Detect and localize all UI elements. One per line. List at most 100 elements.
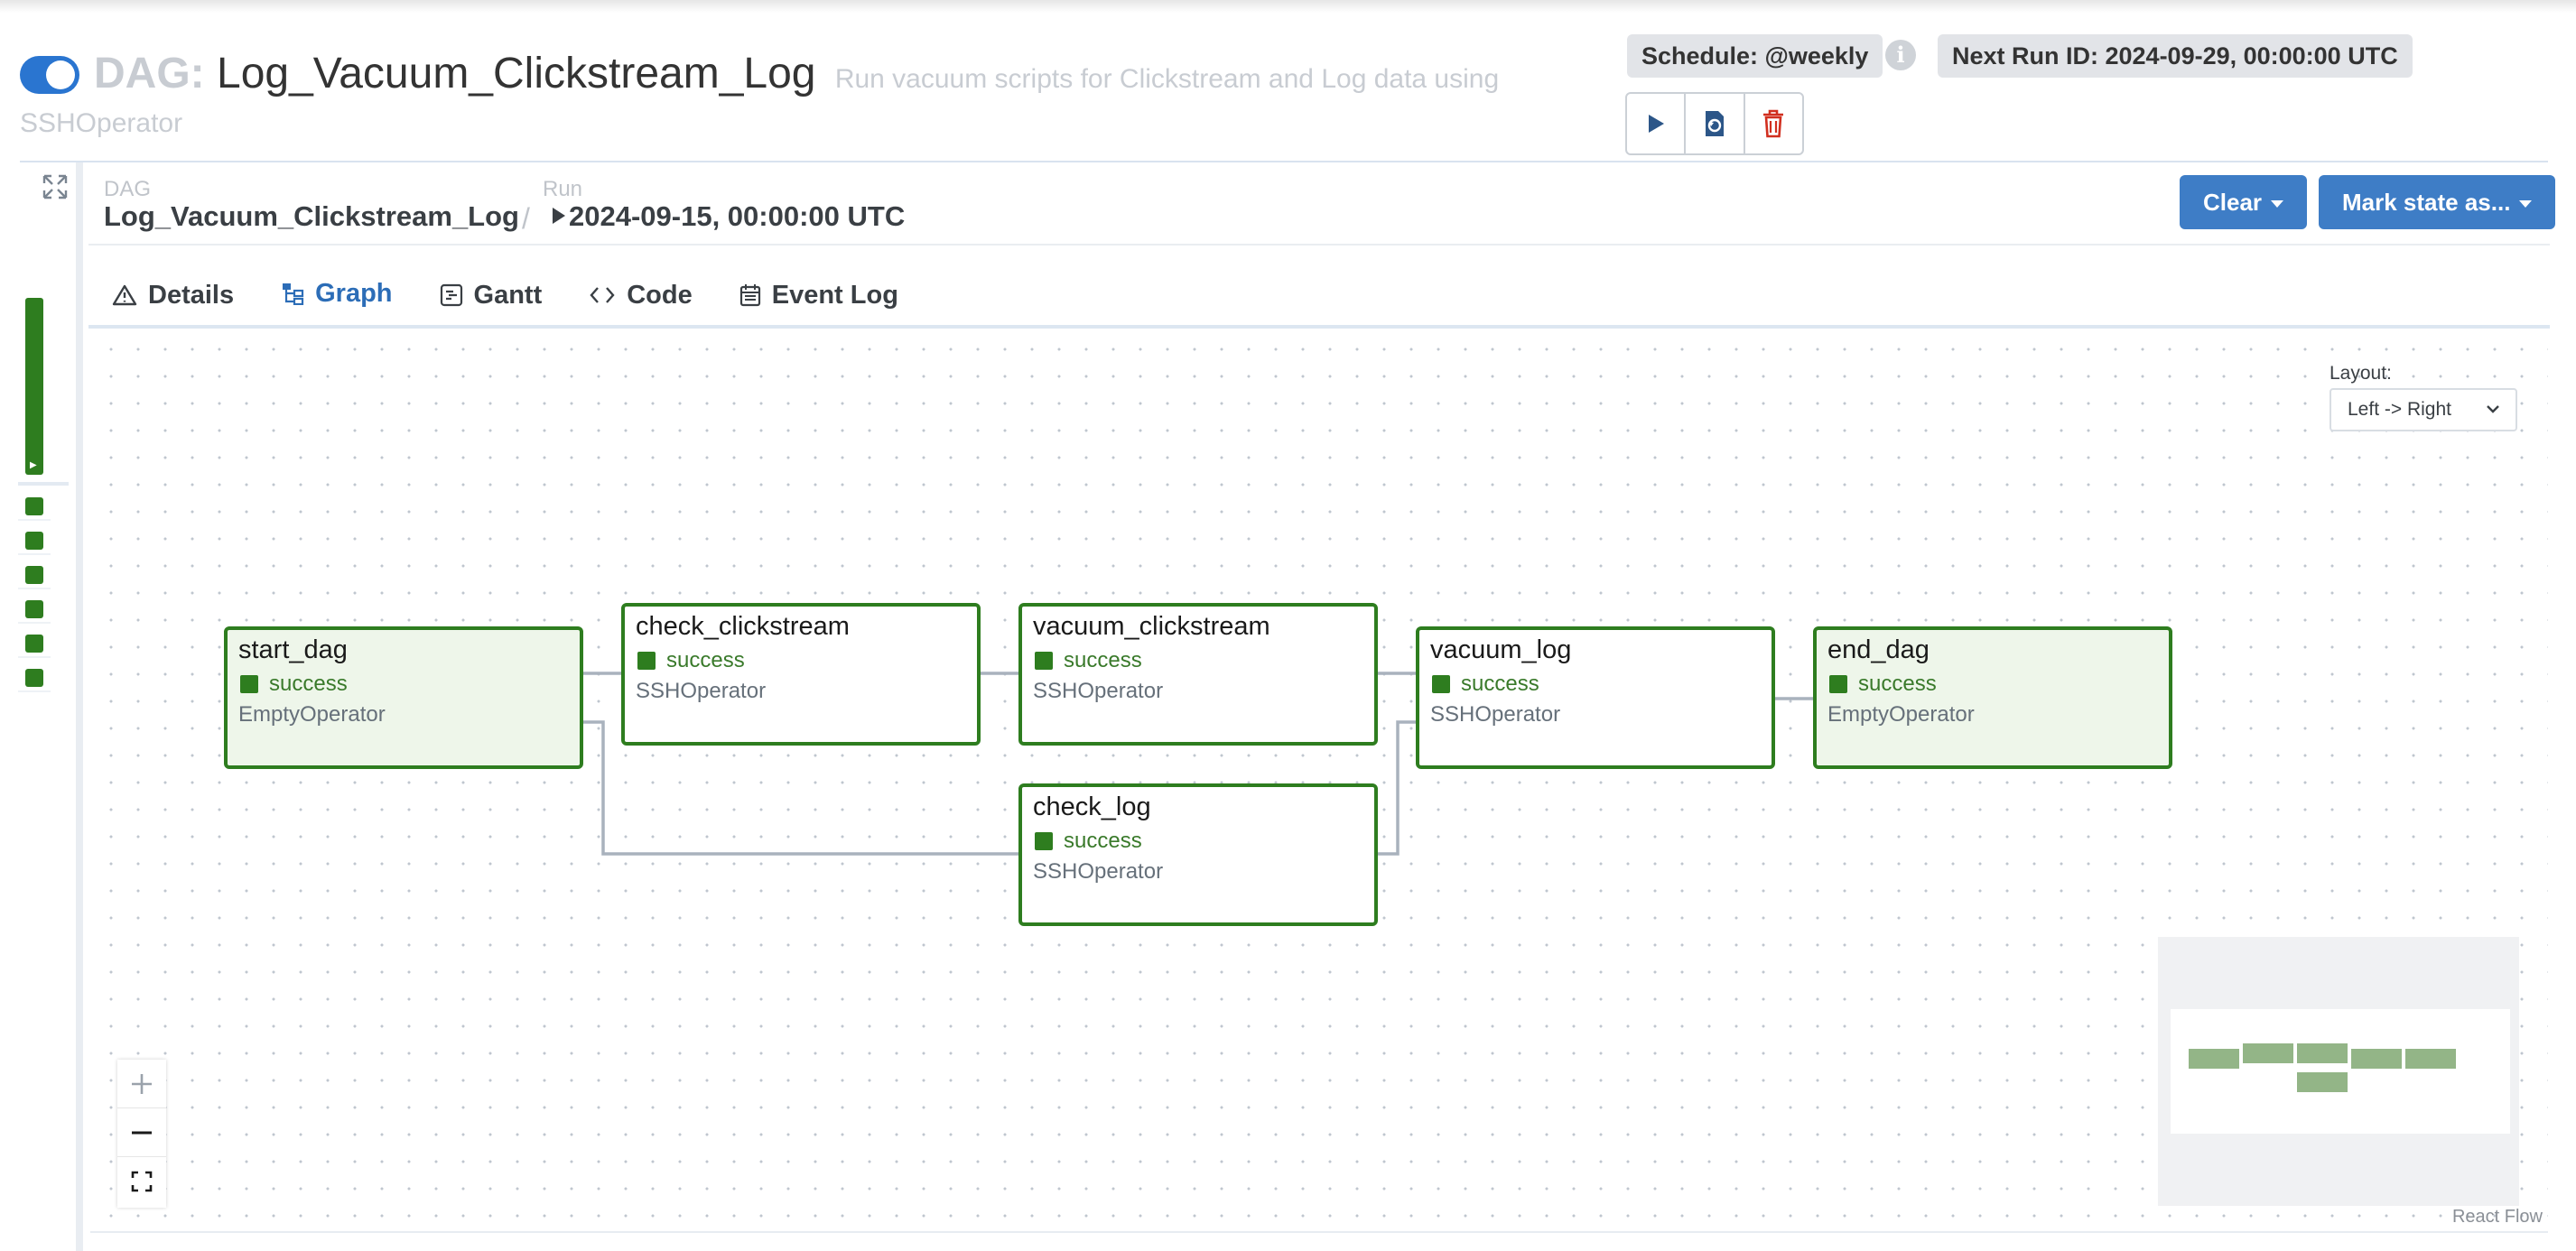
next-run-badge: Next Run ID: 2024-09-29, 00:00:00 UTC [1938,34,2413,78]
task-name: vacuum_log [1430,635,1572,664]
trigger-dag-button[interactable] [1627,94,1687,153]
grid-row-divider [18,622,51,624]
mark-state-button[interactable]: Mark state as... [2319,175,2556,229]
clear-button[interactable]: Clear [2180,175,2308,229]
dag-run-panel: DAG Log_Vacuum_Clickstream_Log / Run 202… [88,171,2556,1251]
task-node-vacuum-clickstream[interactable]: vacuum_clickstream success SSHOperator [1018,603,1378,746]
breadcrumb-dag-link[interactable]: Log_Vacuum_Clickstream_Log [104,200,519,233]
edge-check-log-vacuum-log [1378,720,1418,856]
expand-icon[interactable] [42,173,69,200]
dag-pause-toggle[interactable] [20,56,79,94]
dag-actions [1625,92,1804,155]
task-node-vacuum-log[interactable]: vacuum_log success SSHOperator [1416,626,1775,769]
top-shadow [0,0,2576,13]
task-node-end-dag[interactable]: end_dag success EmptyOperator [1813,626,2172,769]
task-node-check-clickstream[interactable]: check_clickstream success SSHOperator [621,603,981,746]
warning-triangle-icon [112,284,137,306]
grid-row-divider [18,588,51,589]
dag-run-bar[interactable] [25,298,43,475]
task-operator: EmptyOperator [1827,702,1975,727]
status-square-icon [637,652,656,670]
zoom-in-button[interactable] [117,1060,166,1108]
minimap-node [2297,1043,2348,1063]
zoom-out-button[interactable] [117,1108,166,1157]
grid-panel [0,162,88,1251]
task-state: success [1461,672,1539,696]
task-state: success [269,672,348,696]
plus-icon [132,1073,152,1094]
task-operator: EmptyOperator [238,702,386,727]
code-icon [590,287,615,303]
tab-graph-label: Graph [315,278,393,308]
task-state: success [1064,648,1142,672]
page-title: DAG: Log_Vacuum_Clickstream_Log Run vacu… [94,47,1499,107]
schedule-badge: Schedule: @weekly [1627,34,1883,78]
minimap[interactable] [2158,937,2519,1206]
react-flow-attribution[interactable]: React Flow [2452,1207,2543,1228]
task-instance-cell[interactable] [25,532,43,550]
dag-description: Run vacuum scripts for Clickstream and L… [834,64,1500,94]
tab-details-label: Details [148,280,235,310]
status-square-icon [1035,832,1053,850]
tab-code-label: Code [627,280,693,310]
clear-button-label: Clear [2203,189,2263,216]
task-operator: SSHOperator [1033,859,1164,884]
task-instance-cell[interactable] [25,635,43,653]
task-name: vacuum_clickstream [1033,612,1270,641]
task-name: end_dag [1827,635,1930,664]
task-instance-cell[interactable] [25,669,43,687]
graph-canvas[interactable]: Layout: Left -> Right start_dag success … [90,329,2548,1233]
grid-resize-handle[interactable] [76,162,83,1251]
status-square-icon [240,675,258,693]
breadcrumb-dag-label: DAG [104,177,152,201]
minimap-node [2297,1072,2348,1092]
task-name: check_log [1033,792,1151,821]
status-square-icon [1035,652,1053,670]
task-instance-cell[interactable] [25,566,43,584]
task-name: start_dag [238,635,348,664]
dag-id: Log_Vacuum_Clickstream_Log [217,50,816,97]
task-instance-cell[interactable] [25,497,43,515]
task-name: check_clickstream [636,612,850,641]
selected-run-marker-icon: ▶ [30,460,37,470]
run-selection-divider [18,482,69,486]
task-state: success [666,648,745,672]
breadcrumb-run-label: Run [543,177,583,201]
status-square-icon [1829,675,1847,693]
tab-gantt-label: Gantt [473,280,543,310]
fit-view-button[interactable] [117,1157,166,1206]
minimap-viewport[interactable] [2171,1009,2510,1134]
trash-icon [1763,109,1784,138]
breadcrumb-separator: / [522,202,530,235]
toggle-knob [46,60,75,89]
task-operator: SSHOperator [1430,702,1561,727]
calendar-icon [739,284,760,307]
task-operator: SSHOperator [636,679,767,703]
grid-row-divider [18,690,51,692]
mark-state-button-label: Mark state as... [2342,189,2511,216]
breadcrumb-run-link[interactable]: 2024-09-15, 00:00:00 UTC [569,200,905,233]
zoom-controls [117,1060,166,1208]
reparse-dag-button[interactable] [1686,94,1745,153]
dag-prefix: DAG: [94,50,205,97]
graph-icon [283,283,304,305]
minimap-node [2189,1049,2239,1069]
grid-row-divider [18,519,51,521]
info-icon[interactable]: i [1885,40,1916,70]
grid-row-divider [18,553,51,555]
minimap-node [2351,1049,2402,1069]
dag-description-continued: SSHOperator [20,108,183,138]
header-divider [20,161,2548,162]
task-instance-cell[interactable] [25,600,43,618]
task-node-start-dag[interactable]: start_dag success EmptyOperator [224,626,583,769]
chevron-down-icon [2271,200,2284,208]
task-state: success [1064,829,1142,853]
delete-dag-button[interactable] [1745,94,1802,153]
play-icon [1648,115,1664,133]
run-type-icon [553,208,565,224]
task-node-check-log[interactable]: check_log success SSHOperator [1018,783,1378,926]
chevron-down-icon [2519,200,2533,208]
gantt-icon [440,283,462,307]
task-state: success [1858,672,1937,696]
minimap-node [2405,1049,2456,1069]
